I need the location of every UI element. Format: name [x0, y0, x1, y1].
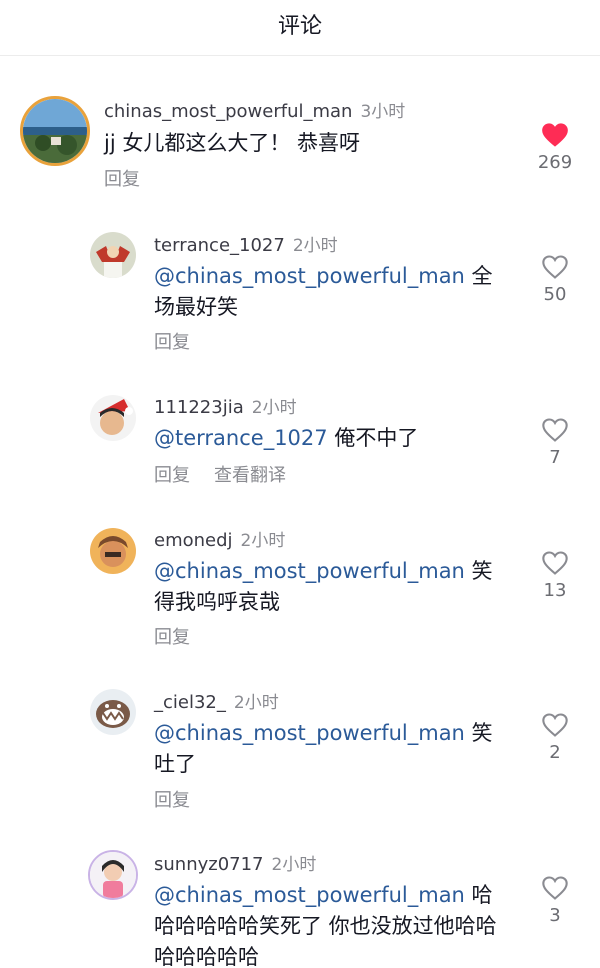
heart-outline-icon — [542, 713, 568, 737]
comment-text: @chinas_most_powerful_man 笑吐了 — [154, 718, 500, 780]
comment-actions: 回复 — [154, 786, 214, 812]
mention-link[interactable]: @chinas_most_powerful_man — [154, 883, 465, 907]
reply-button[interactable]: 回复 — [154, 790, 190, 811]
comment-username[interactable]: chinas_most_powerful_man 3小时 — [104, 97, 405, 122]
comment-time: 2小时 — [251, 398, 297, 418]
username-text[interactable]: sunnyz0717 — [154, 854, 264, 875]
username-text[interactable]: _ciel32_ — [154, 692, 226, 713]
reply-item: 111223jia 2小时 @terrance_1027 俺不中了 回复 查看翻译 … — [0, 389, 600, 489]
like-count: 13 — [543, 580, 567, 601]
heart-outline-icon — [542, 876, 568, 900]
comment-actions: 回复 — [154, 623, 214, 649]
heart-outline-icon — [542, 418, 568, 442]
mention-link[interactable]: @terrance_1027 — [154, 426, 328, 450]
comment-text: @chinas_most_powerful_man 笑得我呜呼哀哉 — [154, 556, 500, 618]
username-text[interactable]: chinas_most_powerful_man — [104, 101, 352, 122]
comment-time: 3小时 — [360, 102, 406, 122]
like-button[interactable]: 13 — [530, 550, 580, 601]
comment-text: @terrance_1027 俺不中了 — [154, 423, 500, 454]
reply-item: terrance_1027 2小时 @chinas_most_powerful_m… — [0, 226, 600, 356]
page-title: 评论 — [277, 14, 322, 39]
comment-username[interactable]: terrance_1027 2小时 — [154, 231, 338, 256]
comment-body: jj 女儿都这么大了！ 恭喜呀 — [104, 131, 361, 155]
like-count: 2 — [549, 742, 561, 763]
avatar[interactable] — [20, 96, 90, 166]
comment-text: jj 女儿都这么大了！ 恭喜呀 — [104, 128, 504, 159]
reply-item: emonedj 2小时 @chinas_most_powerful_man 笑得我… — [0, 522, 600, 652]
like-count: 50 — [543, 284, 567, 305]
reply-item: _ciel32_ 2小时 @chinas_most_powerful_man 笑吐… — [0, 685, 600, 815]
comment-actions: 回复 — [104, 165, 164, 191]
comment-text: @chinas_most_powerful_man 哈哈哈哈哈哈笑死了 你也没放… — [154, 880, 504, 968]
comment-time: 2小时 — [292, 236, 338, 256]
avatar[interactable] — [88, 850, 138, 900]
translate-button[interactable]: 查看翻译 — [214, 465, 286, 486]
like-count: 3 — [549, 905, 561, 926]
heart-filled-icon — [542, 123, 568, 147]
comment-username[interactable]: emonedj 2小时 — [154, 526, 285, 551]
like-button[interactable]: 7 — [530, 417, 580, 468]
username-text[interactable]: 111223jia — [154, 397, 244, 418]
avatar[interactable] — [90, 395, 136, 441]
comment-time: 2小时 — [271, 855, 317, 875]
mention-link[interactable]: @chinas_most_powerful_man — [154, 559, 465, 583]
like-button[interactable]: 2 — [530, 712, 580, 763]
comment-time: 2小时 — [233, 693, 279, 713]
reply-button[interactable]: 回复 — [154, 627, 190, 648]
like-count: 7 — [549, 447, 561, 468]
heart-outline-icon — [542, 551, 568, 575]
avatar[interactable] — [90, 232, 136, 278]
like-button[interactable]: 50 — [530, 254, 580, 305]
comment-item: chinas_most_powerful_man 3小时 jj 女儿都这么大了！ … — [0, 92, 600, 202]
reply-button[interactable]: 回复 — [104, 169, 140, 190]
like-count: 269 — [537, 152, 573, 173]
comment-time: 2小时 — [240, 531, 286, 551]
avatar[interactable] — [90, 689, 136, 735]
mention-link[interactable]: @chinas_most_powerful_man — [154, 721, 465, 745]
comment-username[interactable]: 111223jia 2小时 — [154, 393, 297, 418]
reply-button[interactable]: 回复 — [154, 332, 190, 353]
username-text[interactable]: emonedj — [154, 530, 233, 551]
comment-actions: 回复 查看翻译 — [154, 461, 310, 487]
comment-username[interactable]: sunnyz0717 2小时 — [154, 850, 316, 875]
reply-button[interactable]: 回复 — [154, 465, 190, 486]
username-text[interactable]: terrance_1027 — [154, 235, 285, 256]
comment-body: 俺不中了 — [327, 426, 419, 450]
like-button[interactable]: 269 — [530, 122, 580, 173]
avatar[interactable] — [90, 528, 136, 574]
comment-text: @chinas_most_powerful_man 全场最好笑 — [154, 261, 500, 323]
comment-actions: 回复 — [154, 328, 214, 354]
heart-outline-icon — [542, 255, 568, 279]
reply-item: sunnyz0717 2小时 @chinas_most_powerful_man … — [0, 848, 600, 968]
comment-username[interactable]: _ciel32_ 2小时 — [154, 688, 279, 713]
comments-header: 评论 — [0, 0, 600, 56]
like-button[interactable]: 3 — [530, 875, 580, 926]
mention-link[interactable]: @chinas_most_powerful_man — [154, 264, 465, 288]
